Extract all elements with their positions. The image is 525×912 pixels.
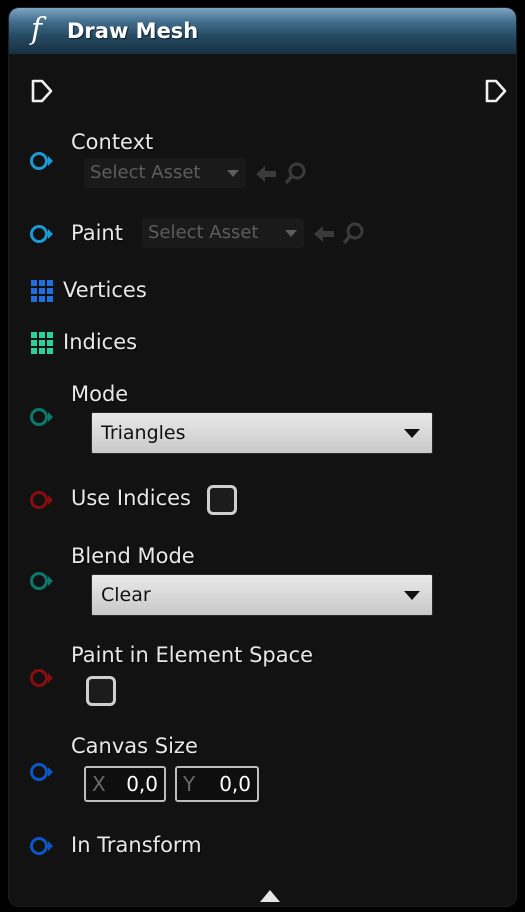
x-axis-label: X [92,772,106,796]
browse-asset-search-icon[interactable] [283,161,309,187]
use-selected-asset-arrow-icon[interactable] [254,161,280,187]
vertices-array-pin-icon[interactable] [31,280,53,302]
function-icon: f [31,12,43,47]
mode-pin-icon[interactable] [29,406,55,428]
y-axis-label: Y [183,772,196,796]
in-transform-pin-icon[interactable] [29,835,55,857]
paint-asset-placeholder: Select Asset [148,222,259,243]
chevron-down-icon [404,591,420,600]
use-indices-checkbox[interactable] [207,485,237,515]
blend-mode-label: Blend Mode [71,544,195,568]
mode-dropdown[interactable]: Triangles [91,412,433,454]
chevron-down-icon [404,429,420,438]
triangle-up-icon[interactable] [258,888,282,904]
use-indices-pin-icon[interactable] [29,489,55,511]
mode-selected-value: Triangles [101,422,186,444]
canvas-size-x-field[interactable]: X 0,0 [84,766,166,802]
paint-in-element-space-pin-icon[interactable] [29,667,55,689]
use-indices-label: Use Indices [71,486,191,510]
canvas-size-y-field[interactable]: Y 0,0 [175,766,259,802]
canvas-size-label: Canvas Size [71,734,198,758]
mode-label: Mode [71,382,129,406]
context-asset-placeholder: Select Asset [90,162,201,183]
node-header[interactable]: f Draw Mesh [9,8,516,55]
draw-mesh-node[interactable]: f Draw Mesh Context Select Asset Paint S… [9,8,516,906]
exec-output-pin-icon[interactable] [483,78,509,104]
blend-mode-pin-icon[interactable] [29,570,55,592]
indices-label: Indices [63,330,138,354]
paint-asset-picker[interactable]: Select Asset [142,218,304,248]
chevron-down-icon [227,170,239,177]
use-selected-asset-arrow-icon[interactable] [312,221,338,247]
chevron-down-icon [285,230,297,237]
paint-in-element-space-label: Paint in Element Space [71,643,314,667]
paint-in-element-space-checkbox[interactable] [86,676,116,706]
indices-array-pin-icon[interactable] [31,332,53,354]
paint-label: Paint [71,221,123,245]
in-transform-label: In Transform [71,833,202,857]
blend-mode-dropdown[interactable]: Clear [91,574,433,616]
vertices-label: Vertices [63,278,147,302]
context-label: Context [71,130,154,154]
context-asset-picker[interactable]: Select Asset [84,158,246,188]
blend-mode-selected-value: Clear [101,584,151,606]
exec-input-pin-icon[interactable] [29,78,55,104]
node-title: Draw Mesh [67,19,199,43]
y-value: 0,0 [219,772,251,796]
browse-asset-search-icon[interactable] [341,221,367,247]
x-value: 0,0 [126,772,158,796]
paint-pin-icon[interactable] [29,223,55,245]
context-pin-icon[interactable] [29,150,55,172]
canvas-size-pin-icon[interactable] [29,761,55,783]
